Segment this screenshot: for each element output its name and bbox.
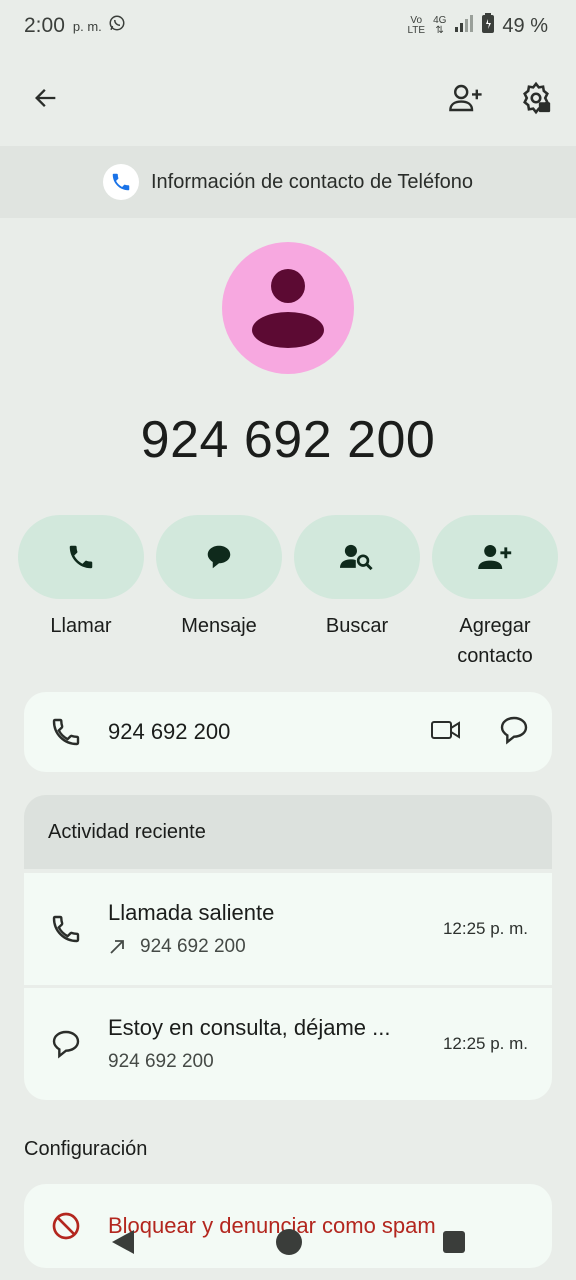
- phone-outline-icon: [52, 915, 80, 943]
- activity-text: Llamada saliente 924 692 200: [108, 900, 443, 958]
- status-ampm: p. m.: [72, 18, 102, 34]
- gear-lock-icon: [523, 81, 551, 115]
- network-indicator: 4G ⇅: [433, 16, 446, 36]
- recent-activity-header: Actividad reciente: [24, 795, 552, 869]
- status-bar: 2:00 p. m. Vo LTE 4G ⇅ 49 %: [0, 0, 576, 52]
- activity-time: 12:25 p. m.: [442, 919, 528, 938]
- message-outline-icon[interactable]: [498, 714, 530, 751]
- phone-number-card[interactable]: 924 692 200: [24, 692, 552, 772]
- status-left: 2:00 p. m.: [24, 14, 126, 38]
- activity-text: Estoy en consulta, déjame ... 924 692 20…: [108, 1015, 443, 1073]
- activity-time: 12:25 p. m.: [442, 1034, 528, 1053]
- activity-title: Llamada saliente: [108, 900, 275, 925]
- add-contact-button[interactable]: [442, 74, 490, 122]
- person-add-icon: [449, 84, 482, 112]
- search-button[interactable]: [294, 515, 420, 599]
- app-bar-actions: [442, 74, 560, 122]
- add-contact-label: Agregar contacto: [457, 615, 533, 667]
- battery-icon: [482, 13, 495, 39]
- message-outline-icon: [52, 1030, 80, 1059]
- app-bar: [0, 60, 576, 136]
- contact-avatar: [222, 242, 354, 374]
- data-arrows-icon: ⇅: [435, 25, 444, 36]
- message-action[interactable]: Mensaje: [156, 515, 282, 641]
- phone-number-text: 924 692 200: [108, 719, 231, 744]
- activity-subtitle: 924 692 200: [108, 1051, 214, 1072]
- activity-item-message[interactable]: Estoy en consulta, déjame ... 924 692 20…: [24, 988, 552, 1100]
- banner-text: Información de contacto de Teléfono: [150, 170, 474, 193]
- contact-number-title: 924 692 200: [140, 411, 436, 469]
- chat-bubble-icon: [207, 545, 231, 569]
- call-action[interactable]: Llamar: [18, 515, 144, 641]
- activity-item-call[interactable]: Llamada saliente 924 692 200 12:25 p. m.: [24, 873, 552, 985]
- system-nav-bar: [0, 1222, 576, 1266]
- search-action[interactable]: Buscar: [294, 515, 420, 641]
- activity-subtitle-row: 924 692 200: [108, 1051, 443, 1073]
- contact-info-banner: Información de contacto de Teléfono: [0, 146, 576, 218]
- phone-card-actions: [430, 714, 530, 751]
- volte-bottom: LTE: [407, 25, 426, 36]
- activity-subtitle-row: 924 692 200: [108, 936, 443, 958]
- back-button[interactable]: [22, 74, 70, 122]
- volte-indicator: Vo LTE: [407, 16, 425, 36]
- person-add-icon: [478, 545, 512, 569]
- add-contact-action[interactable]: Agregar contacto: [432, 515, 558, 671]
- activity-subtitle: 924 692 200: [140, 936, 246, 957]
- signal-icon: [454, 14, 474, 38]
- video-call-icon[interactable]: [430, 718, 462, 747]
- message-button[interactable]: [156, 515, 282, 599]
- nav-recents-icon[interactable]: [442, 1230, 466, 1259]
- phone-icon: [69, 545, 93, 569]
- call-label: Llamar: [50, 615, 112, 637]
- arrow-back-icon: [35, 89, 56, 107]
- battery-percent: 49 %: [502, 14, 548, 37]
- settings-title: Configuración: [24, 1138, 148, 1160]
- status-right: Vo LTE 4G ⇅ 49 %: [407, 13, 548, 39]
- status-time: 2:00: [24, 14, 65, 37]
- nav-home-icon[interactable]: [275, 1228, 303, 1261]
- person-icon: [252, 269, 324, 348]
- phone-outline-icon: [52, 718, 80, 746]
- phone-app-icon: [102, 164, 139, 200]
- person-search-icon: [340, 544, 373, 571]
- outgoing-arrow-icon: [110, 940, 124, 954]
- call-button[interactable]: [18, 515, 144, 599]
- nav-back-icon[interactable]: [110, 1228, 136, 1261]
- activity-title: Estoy en consulta, déjame ...: [108, 1015, 391, 1040]
- contact-settings-button[interactable]: [512, 74, 560, 122]
- add-contact-pill-button[interactable]: [432, 515, 558, 599]
- whatsapp-icon: [108, 14, 126, 38]
- search-label: Buscar: [325, 615, 389, 637]
- message-label: Mensaje: [181, 615, 257, 637]
